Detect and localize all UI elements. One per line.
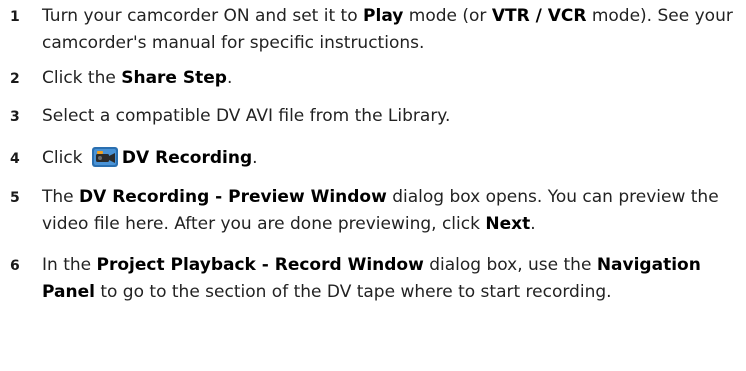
step-text: Click DV Recording.	[42, 146, 258, 168]
step-number: 4	[10, 151, 20, 167]
step-number: 3	[10, 109, 20, 125]
step-number: 5	[10, 190, 20, 206]
step-text: Turn your camcorder ON and set it to Pla…	[42, 6, 733, 53]
step-number: 2	[10, 71, 20, 87]
step-text: In the Project Playback - Record Window …	[42, 255, 701, 302]
step-text: Select a compatible DV AVI file from the…	[42, 106, 451, 126]
step-text: Click the Share Step.	[42, 68, 233, 88]
step-number: 1	[10, 9, 20, 25]
step-number: 6	[10, 258, 20, 274]
camcorder-icon	[91, 146, 119, 168]
step-text: The DV Recording - Preview Window dialog…	[42, 187, 719, 234]
